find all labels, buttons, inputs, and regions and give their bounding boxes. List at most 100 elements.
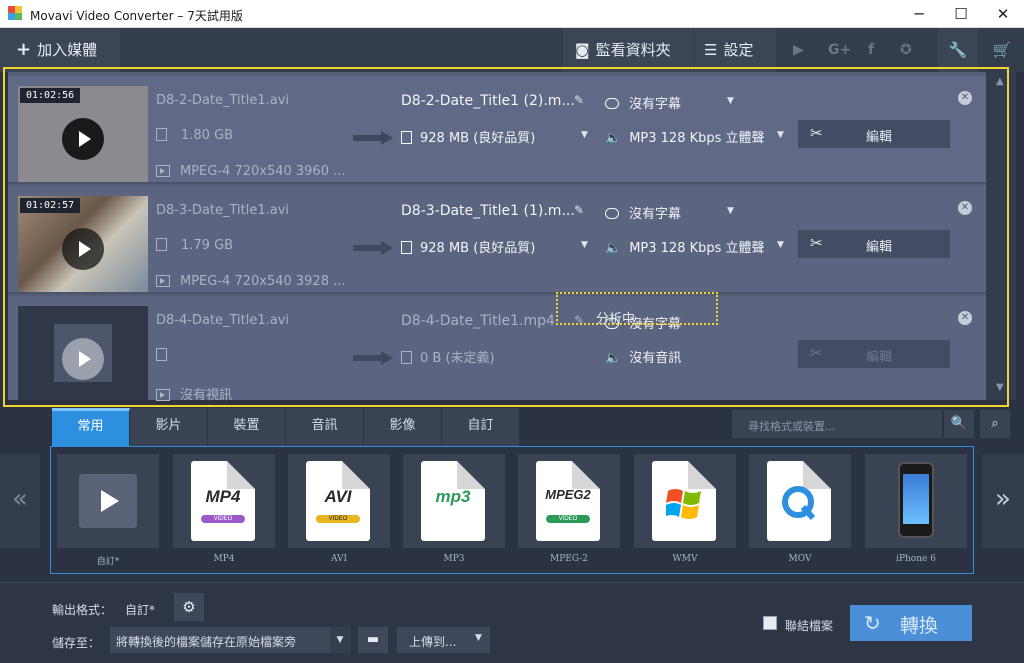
output-filename[interactable]: D8-3-Date_Title1 (1).m...	[401, 203, 575, 219]
refresh-icon: ↻	[864, 611, 881, 635]
rename-pencil-icon[interactable]: ✎	[574, 203, 584, 217]
mp3-icon: mp3	[421, 461, 485, 541]
remove-file-icon[interactable]: ✕	[958, 91, 972, 105]
scrollbar[interactable]: ▲ ▼	[986, 72, 1016, 400]
audio-dropdown-icon[interactable]: ▼	[777, 240, 784, 250]
scissors-icon: ✂	[810, 124, 823, 142]
format-mp4[interactable]: MP4 VIDEO MP4	[173, 454, 275, 564]
format-wmv[interactable]: WMV	[634, 454, 736, 564]
next-formats-icon[interactable]: »	[982, 454, 1024, 548]
audio-selector[interactable]: 🔈 MP3 128 Kbps 立體聲	[605, 127, 765, 146]
toolbar: + 加入媒體 ◙ 監看資料夾 ☰ 設定 ▶ G+ f ✪ 🔧 🛒	[0, 28, 1024, 72]
vk-icon[interactable]: ✪	[900, 42, 912, 58]
close-window-button[interactable]: ✕	[980, 0, 1024, 28]
tab-image[interactable]: 影像	[364, 408, 442, 446]
remove-file-icon[interactable]: ✕	[958, 311, 972, 325]
source-meta-text: MPEG-4 720x540 3960 ...	[180, 164, 346, 179]
format-custom[interactable]: 自訂*	[57, 454, 159, 567]
format-mpeg2[interactable]: MPEG2 VIDEO MPEG-2	[518, 454, 620, 564]
edit-button[interactable]: ✂ 編輯	[798, 120, 950, 148]
tab-popular[interactable]: 常用	[52, 408, 130, 446]
video-thumbnail[interactable]: 01:02:56	[18, 86, 148, 182]
output-size[interactable]: 928 MB (良好品質)	[401, 127, 535, 146]
source-meta: MPEG-4 720x540 3960 ...	[156, 164, 346, 179]
upload-dropdown[interactable]: 上傳到... ▼	[397, 627, 490, 653]
convert-button[interactable]: ↻ 轉換	[850, 605, 972, 641]
quality-dropdown-icon[interactable]: ▼	[581, 240, 588, 250]
facebook-icon[interactable]: f	[868, 42, 874, 58]
minimize-button[interactable]: ─	[896, 0, 942, 28]
app-logo-icon	[8, 6, 22, 20]
format-search-input[interactable]: 尋找格式或裝置...	[732, 410, 942, 438]
mp4-logo-text: MP4	[205, 487, 241, 506]
play-icon[interactable]	[62, 228, 104, 270]
output-size[interactable]: 928 MB (良好品質)	[401, 237, 535, 256]
scroll-down-icon[interactable]: ▼	[996, 382, 1004, 393]
source-meta: 沒有視訊	[156, 384, 232, 403]
subtitle-selector[interactable]: 沒有字幕	[605, 93, 681, 112]
format-mov[interactable]: MOV	[749, 454, 851, 564]
file-row[interactable]: 01:02:57 D8-3-Date_Title1.avi 1.79 GB MP…	[8, 186, 986, 294]
output-filename[interactable]: D8-4-Date_Title1.mp4	[401, 313, 555, 329]
join-files-label[interactable]: 聯結檔案	[785, 617, 833, 634]
source-size	[156, 348, 181, 363]
google-plus-icon[interactable]: G+	[828, 42, 851, 58]
add-media-button[interactable]: + 加入媒體	[0, 28, 120, 72]
format-iphone[interactable]: iPhone 6	[865, 454, 967, 564]
edit-button[interactable]: ✂ 編輯	[798, 230, 950, 258]
audio-dropdown-icon[interactable]: ▼	[777, 130, 784, 140]
edit-label: 編輯	[866, 350, 893, 365]
folder-icon[interactable]: ▬	[358, 627, 388, 653]
format-label: MP4	[213, 554, 235, 564]
audio-selector[interactable]: 🔈 沒有音訊	[605, 347, 681, 366]
source-meta: MPEG-4 720x540 3928 ...	[156, 274, 346, 289]
duration-badge: 01:02:56	[20, 88, 81, 103]
audio-selector[interactable]: 🔈 MP3 128 Kbps 立體聲	[605, 237, 765, 256]
chevron-down-icon[interactable]: ▼	[330, 627, 350, 653]
convert-arrow-icon	[353, 351, 393, 365]
device-search-icon[interactable]: ⌕	[980, 410, 1010, 438]
maximize-button[interactable]: ☐	[938, 0, 984, 28]
search-icon[interactable]: 🔍	[944, 410, 974, 438]
play-icon[interactable]	[62, 338, 104, 380]
tab-devices[interactable]: 裝置	[208, 408, 286, 446]
file-row[interactable]: D8-4-Date_Title1.avi 沒有視訊 D8-4-Date_Titl…	[8, 296, 986, 403]
tab-video[interactable]: 影片	[130, 408, 208, 446]
gear-icon[interactable]: ⚙	[174, 593, 204, 621]
prev-formats-icon[interactable]: «	[0, 454, 40, 548]
play-icon[interactable]	[62, 118, 104, 160]
rename-pencil-icon[interactable]: ✎	[574, 93, 584, 107]
save-to-select[interactable]: 將轉換後的檔案儲存在原始檔案旁 ▼	[110, 627, 350, 653]
quality-dropdown-icon[interactable]: ▼	[581, 130, 588, 140]
output-size[interactable]: 0 B (未定義)	[401, 347, 495, 366]
scroll-up-icon[interactable]: ▲	[996, 76, 1004, 87]
avi-icon: AVI VIDEO	[306, 461, 370, 541]
key-icon[interactable]: 🔧	[938, 28, 978, 72]
youtube-icon[interactable]: ▶	[793, 42, 804, 58]
subtitle-text: 沒有字幕	[629, 97, 682, 112]
video-format-icon	[156, 165, 170, 177]
tab-audio[interactable]: 音訊	[286, 408, 364, 446]
source-filename: D8-3-Date_Title1.avi	[156, 203, 290, 218]
wmv-icon	[652, 461, 716, 541]
settings-button[interactable]: ☰ 設定	[694, 28, 776, 72]
watch-folder-button[interactable]: ◙ 監看資料夾	[563, 28, 693, 72]
mp4-icon: MP4 VIDEO	[191, 461, 255, 541]
video-thumbnail[interactable]	[18, 306, 148, 400]
subtitle-selector[interactable]: 沒有字幕	[605, 203, 681, 222]
subtitle-dropdown-icon[interactable]: ▼	[727, 96, 734, 106]
join-files-checkbox[interactable]	[763, 616, 777, 630]
remove-file-icon[interactable]: ✕	[958, 201, 972, 215]
source-size-text: 1.80 GB	[181, 128, 234, 143]
cart-icon[interactable]: 🛒	[980, 28, 1024, 72]
format-label: iPhone 6	[896, 554, 936, 564]
subtitle-dropdown-icon[interactable]: ▼	[727, 206, 734, 216]
video-thumbnail[interactable]: 01:02:57	[18, 196, 148, 292]
format-avi[interactable]: AVI VIDEO AVI	[288, 454, 390, 564]
tab-custom[interactable]: 自訂	[442, 408, 520, 446]
format-label: MOV	[788, 554, 812, 564]
format-mp3[interactable]: mp3 MP3	[403, 454, 505, 564]
file-icon	[401, 131, 412, 144]
file-row[interactable]: 01:02:56 D8-2-Date_Title1.avi 1.80 GB MP…	[8, 76, 986, 184]
output-filename[interactable]: D8-2-Date_Title1 (2).m...	[401, 93, 575, 109]
